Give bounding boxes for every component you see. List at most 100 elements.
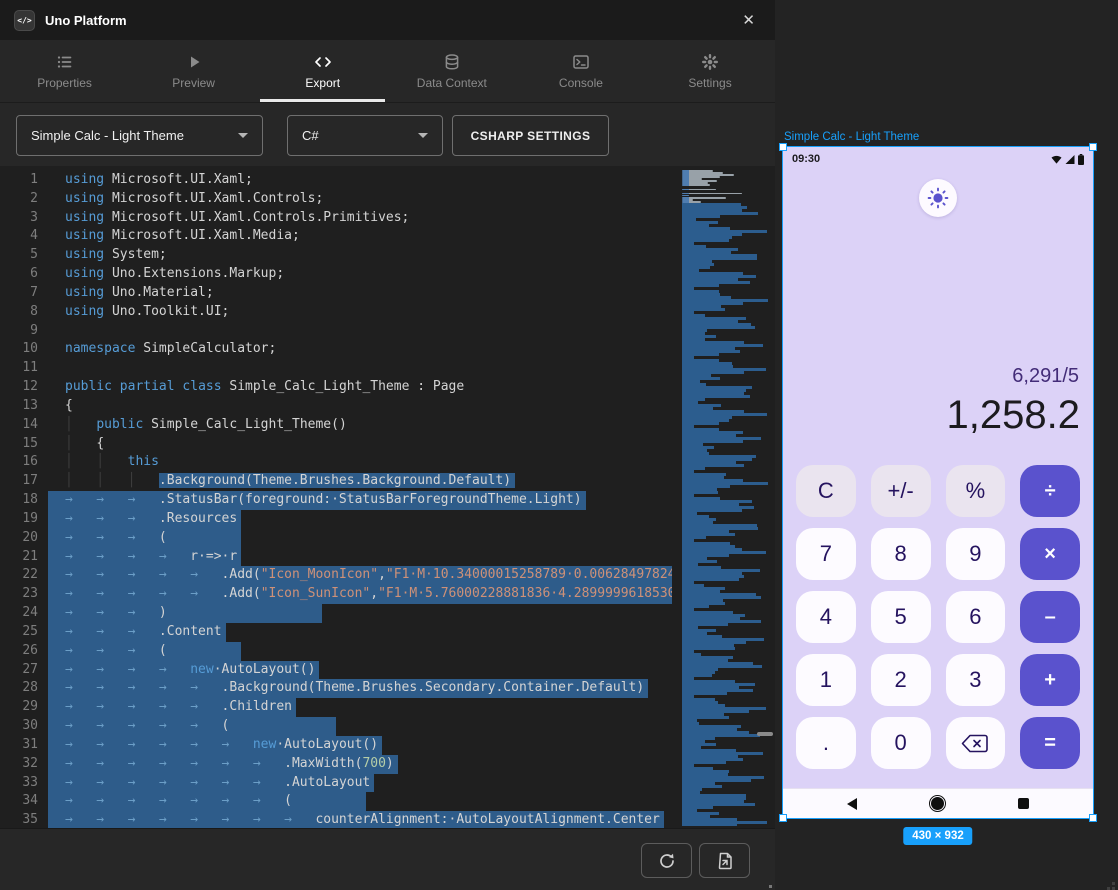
tab-label: Properties xyxy=(37,76,92,90)
tabbar: Properties Preview Export xyxy=(0,40,775,103)
code-editor[interactable]: 1using Microsoft.UI.Xaml;2using Microsof… xyxy=(0,166,775,828)
key-2[interactable]: 2 xyxy=(871,654,931,706)
key-7[interactable]: 7 xyxy=(796,528,856,580)
wifi-icon xyxy=(1051,155,1062,164)
database-icon xyxy=(443,53,461,71)
code-line-33[interactable]: 33→ → → → → → → .AutoLayout xyxy=(0,774,672,793)
plugin-title: Uno Platform xyxy=(45,13,127,28)
key-add[interactable]: + xyxy=(1020,654,1080,706)
selection-handle-top-right[interactable] xyxy=(1089,143,1097,151)
key-divide[interactable]: ÷ xyxy=(1020,465,1080,517)
export-file-button[interactable] xyxy=(699,843,750,878)
code-line-1[interactable]: 1using Microsoft.UI.Xaml; xyxy=(0,171,672,190)
language-select[interactable]: C# xyxy=(287,115,443,156)
code-line-17[interactable]: 17│ │ │ .Background(Theme.Brushes.Backgr… xyxy=(0,472,672,491)
key-6[interactable]: 6 xyxy=(946,591,1006,643)
terminal-icon xyxy=(572,53,590,71)
code-line-22[interactable]: 22→ → → → → .Add("Icon_MoonIcon","F1·M·1… xyxy=(0,566,672,585)
code-line-9[interactable]: 9 xyxy=(0,322,672,341)
code-line-16[interactable]: 16│ │ this xyxy=(0,453,672,472)
size-badge: 430 × 932 xyxy=(903,827,972,845)
key-9[interactable]: 9 xyxy=(946,528,1006,580)
code-line-28[interactable]: 28→ → → → → .Background(Theme.Brushes.Se… xyxy=(0,679,672,698)
phone-frame[interactable]: 09:30 6,291/5 1,258.2 C+/-%÷789×456–123+… xyxy=(783,147,1093,818)
key-multiply[interactable]: × xyxy=(1020,528,1080,580)
code-line-24[interactable]: 24→ → → ) xyxy=(0,604,672,623)
key-8[interactable]: 8 xyxy=(871,528,931,580)
code-line-10[interactable]: 10namespace SimpleCalculator; xyxy=(0,340,672,359)
frame-label[interactable]: Simple Calc - Light Theme xyxy=(784,131,919,143)
selection-handle-bottom-right[interactable] xyxy=(1089,814,1097,822)
selection-handle-top-left[interactable] xyxy=(779,143,787,151)
code-line-27[interactable]: 27→ → → → new·AutoLayout() xyxy=(0,661,672,680)
panel-resize-handle[interactable] xyxy=(757,732,773,736)
code-line-30[interactable]: 30→ → → → → ( xyxy=(0,717,672,736)
code-line-19[interactable]: 19→ → → .Resources xyxy=(0,510,672,529)
key-backspace[interactable] xyxy=(946,717,1006,769)
key-3[interactable]: 3 xyxy=(946,654,1006,706)
theme-toggle-button[interactable] xyxy=(919,179,957,217)
code-line-29[interactable]: 29→ → → → → .Children xyxy=(0,698,672,717)
tab-data-context[interactable]: Data Context xyxy=(387,40,516,102)
nav-home-icon[interactable] xyxy=(931,797,944,810)
code-line-13[interactable]: 13{ xyxy=(0,397,672,416)
tab-console[interactable]: Console xyxy=(516,40,645,102)
refresh-button[interactable] xyxy=(641,843,692,878)
code-line-23[interactable]: 23→ → → → → .Add("Icon_SunIcon","F1·M·5.… xyxy=(0,585,672,604)
code-line-3[interactable]: 3using Microsoft.UI.Xaml.Controls.Primit… xyxy=(0,209,672,228)
tab-export[interactable]: Export xyxy=(258,40,387,102)
code-line-26[interactable]: 26→ → → ( xyxy=(0,642,672,661)
code-line-2[interactable]: 2using Microsoft.UI.Xaml.Controls; xyxy=(0,190,672,209)
play-icon xyxy=(185,53,203,71)
code-line-6[interactable]: 6using Uno.Extensions.Markup; xyxy=(0,265,672,284)
code-line-8[interactable]: 8using Uno.Toolkit.UI; xyxy=(0,303,672,322)
plugin-footer xyxy=(0,828,775,890)
close-icon[interactable]: ✕ xyxy=(736,9,761,31)
window-resize-grip-icon[interactable] xyxy=(1112,882,1115,885)
phone-statusbar: 09:30 xyxy=(783,147,1093,169)
key-1[interactable]: 1 xyxy=(796,654,856,706)
code-line-7[interactable]: 7using Uno.Material; xyxy=(0,284,672,303)
keypad: C +/-% ÷ 789 × 456– 123 +. 0 = xyxy=(796,465,1080,769)
code-line-32[interactable]: 32→ → → → → → → .MaxWidth(700) xyxy=(0,755,672,774)
chevron-down-icon xyxy=(418,133,428,138)
figma-canvas[interactable]: Simple Calc - Light Theme 09:30 6,2 xyxy=(775,0,1118,890)
code-line-18[interactable]: 18→ → → .StatusBar(foreground:·StatusBar… xyxy=(0,491,672,510)
tab-label: Export xyxy=(305,76,340,90)
key-plus-minus[interactable]: +/- xyxy=(871,465,931,517)
code-line-12[interactable]: 12public partial class Simple_Calc_Light… xyxy=(0,378,672,397)
gear-icon xyxy=(701,53,719,71)
key-decimal[interactable]: . xyxy=(796,717,856,769)
key-equals[interactable]: = xyxy=(1020,717,1080,769)
code-line-4[interactable]: 4using Microsoft.UI.Xaml.Media; xyxy=(0,227,672,246)
code-line-31[interactable]: 31→ → → → → → new·AutoLayout() xyxy=(0,736,672,755)
csharp-settings-button[interactable]: CSHARP SETTINGS xyxy=(452,115,609,156)
key-5[interactable]: 5 xyxy=(871,591,931,643)
code-lines[interactable]: 1using Microsoft.UI.Xaml;2using Microsof… xyxy=(0,171,672,828)
minimap[interactable] xyxy=(682,167,768,826)
code-line-15[interactable]: 15│ { xyxy=(0,435,672,454)
key-0[interactable]: 0 xyxy=(871,717,931,769)
code-line-11[interactable]: 11 xyxy=(0,359,672,378)
tab-settings[interactable]: Settings xyxy=(645,40,774,102)
key-4[interactable]: 4 xyxy=(796,591,856,643)
code-line-35[interactable]: 35→ → → → → → → → counterAlignment:·Auto… xyxy=(0,811,672,828)
key-clear[interactable]: C xyxy=(796,465,856,517)
tab-preview[interactable]: Preview xyxy=(129,40,258,102)
nav-back-icon[interactable] xyxy=(847,798,857,810)
code-line-20[interactable]: 20→ → → ( xyxy=(0,529,672,548)
key-subtract[interactable]: – xyxy=(1020,591,1080,643)
key-percent[interactable]: % xyxy=(946,465,1006,517)
code-line-5[interactable]: 5using System; xyxy=(0,246,672,265)
code-line-25[interactable]: 25→ → → .Content xyxy=(0,623,672,642)
tab-properties[interactable]: Properties xyxy=(0,40,129,102)
code-line-21[interactable]: 21→ → → → r·=>·r xyxy=(0,548,672,567)
code-line-34[interactable]: 34→ → → → → → → ( xyxy=(0,792,672,811)
project-select[interactable]: Simple Calc - Light Theme xyxy=(16,115,263,156)
battery-icon xyxy=(1078,154,1084,165)
nav-recents-icon[interactable] xyxy=(1018,798,1029,809)
project-select-value: Simple Calc - Light Theme xyxy=(31,128,184,143)
selection-handle-bottom-left[interactable] xyxy=(779,814,787,822)
code-line-14[interactable]: 14│ public Simple_Calc_Light_Theme() xyxy=(0,416,672,435)
resize-grip-icon[interactable] xyxy=(769,885,772,888)
